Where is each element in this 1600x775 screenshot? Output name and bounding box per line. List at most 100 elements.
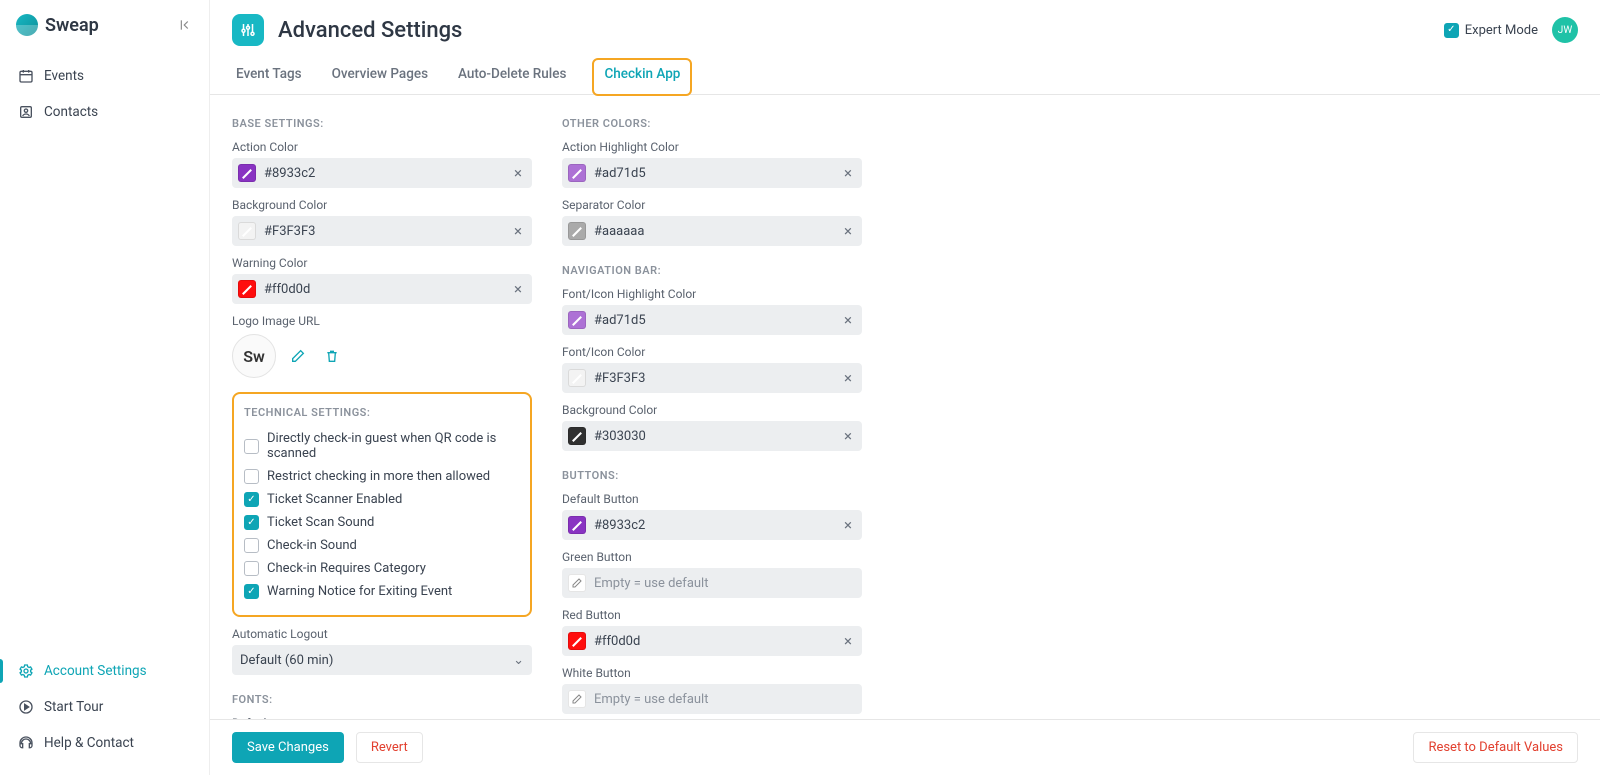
settings-sliders-icon — [232, 14, 264, 46]
color-swatch-icon — [568, 311, 586, 329]
sidebar-item-contacts[interactable]: Contacts — [0, 94, 209, 130]
checkbox-icon — [244, 439, 259, 454]
default-button-input[interactable]: #8933c2 × — [562, 510, 862, 540]
nav-background-input[interactable]: #303030 × — [562, 421, 862, 451]
sidebar-item-start-tour[interactable]: Start Tour — [0, 689, 209, 725]
auto-logout-select[interactable]: Default (60 min) ⌄ — [232, 645, 532, 675]
tab-overview-pages[interactable]: Overview Pages — [328, 58, 432, 94]
revert-button[interactable]: Revert — [356, 732, 423, 763]
color-value: #F3F3F3 — [264, 224, 502, 239]
separator-color-input[interactable]: #aaaaaa × — [562, 216, 862, 246]
field-label: Background Color — [232, 198, 532, 212]
field-label: Warning Color — [232, 256, 532, 270]
check-scan-sound[interactable]: Ticket Scan Sound — [244, 511, 520, 534]
collapse-sidebar-icon[interactable] — [179, 18, 193, 32]
clear-icon[interactable]: × — [840, 632, 856, 650]
help-icon — [18, 735, 34, 751]
field-label: Font/Icon Highlight Color — [562, 287, 862, 301]
check-label: Restrict checking in more then allowed — [267, 469, 490, 484]
sidebar-item-help[interactable]: Help & Contact — [0, 725, 209, 761]
red-button-input[interactable]: #ff0d0d × — [562, 626, 862, 656]
save-button[interactable]: Save Changes — [232, 732, 344, 763]
checkbox-icon — [1444, 23, 1459, 38]
color-value: #ad71d5 — [594, 313, 832, 328]
section-other-colors: OTHER COLORS: — [562, 117, 862, 130]
color-swatch-icon — [568, 164, 586, 182]
warning-color-input[interactable]: #ff0d0d × — [232, 274, 532, 304]
check-label: Warning Notice for Exiting Event — [267, 584, 452, 599]
footer-bar: Save Changes Revert Reset to Default Val… — [210, 719, 1600, 775]
check-label: Directly check-in guest when QR code is … — [267, 431, 520, 461]
sidebar-item-account-settings[interactable]: Account Settings — [0, 653, 209, 689]
white-button-input[interactable]: Empty = use default — [562, 684, 862, 714]
page-title: Advanced Settings — [278, 18, 462, 43]
checkbox-icon — [244, 515, 259, 530]
tab-checkin-app[interactable]: Checkin App — [592, 58, 692, 96]
check-checkin-sound[interactable]: Check-in Sound — [244, 534, 520, 557]
edit-logo-icon[interactable] — [286, 344, 310, 368]
action-color-input[interactable]: #8933c2 × — [232, 158, 532, 188]
field-label: Automatic Logout — [232, 627, 532, 641]
expert-mode-toggle[interactable]: Expert Mode — [1444, 23, 1538, 38]
check-label: Check-in Sound — [267, 538, 357, 553]
action-highlight-input[interactable]: #ad71d5 × — [562, 158, 862, 188]
logo-mark-icon — [16, 14, 38, 36]
pencil-icon — [568, 690, 586, 708]
color-swatch-icon — [238, 222, 256, 240]
section-buttons: BUTTONS: — [562, 469, 862, 482]
delete-logo-icon[interactable] — [320, 344, 344, 368]
nav-highlight-input[interactable]: #ad71d5 × — [562, 305, 862, 335]
color-value: #ff0d0d — [594, 634, 832, 649]
section-fonts: FONTS: — [232, 693, 532, 706]
tab-event-tags[interactable]: Event Tags — [232, 58, 306, 94]
check-direct-checkin[interactable]: Directly check-in guest when QR code is … — [244, 427, 520, 465]
background-color-input[interactable]: #F3F3F3 × — [232, 216, 532, 246]
sidebar-item-events[interactable]: Events — [0, 58, 209, 94]
sidebar: Sweap Events Contacts Account Settings — [0, 0, 210, 775]
clear-icon[interactable]: × — [510, 164, 526, 182]
check-scanner-enabled[interactable]: Ticket Scanner Enabled — [244, 488, 520, 511]
brand-name: Sweap — [45, 15, 99, 36]
field-label: Green Button — [562, 550, 862, 564]
field-label: White Button — [562, 666, 862, 680]
checkbox-icon — [244, 492, 259, 507]
color-swatch-icon — [568, 632, 586, 650]
content-scroll[interactable]: BASE SETTINGS: Action Color #8933c2 × Ba… — [210, 95, 1600, 719]
clear-icon[interactable]: × — [840, 369, 856, 387]
check-label: Ticket Scanner Enabled — [267, 492, 402, 507]
reset-defaults-button[interactable]: Reset to Default Values — [1413, 732, 1578, 763]
avatar[interactable]: JW — [1552, 17, 1578, 43]
color-value: #F3F3F3 — [594, 371, 832, 386]
chevron-down-icon: ⌄ — [513, 653, 524, 668]
sidebar-item-label: Events — [44, 68, 84, 84]
color-swatch-icon — [568, 369, 586, 387]
brand-logo: Sweap — [16, 14, 99, 36]
clear-icon[interactable]: × — [840, 311, 856, 329]
color-value: #aaaaaa — [594, 224, 832, 239]
clear-icon[interactable]: × — [510, 280, 526, 298]
main-panel: Advanced Settings Expert Mode JW Event T… — [210, 0, 1600, 775]
tab-auto-delete-rules[interactable]: Auto-Delete Rules — [454, 58, 570, 94]
clear-icon[interactable]: × — [840, 222, 856, 240]
sidebar-item-label: Contacts — [44, 104, 98, 120]
clear-icon[interactable]: × — [510, 222, 526, 240]
gear-icon — [18, 663, 34, 679]
clear-icon[interactable]: × — [840, 516, 856, 534]
technical-settings-box: TECHNICAL SETTINGS: Directly check-in gu… — [232, 392, 532, 617]
clear-icon[interactable]: × — [840, 427, 856, 445]
field-label: Action Highlight Color — [562, 140, 862, 154]
section-technical: TECHNICAL SETTINGS: — [244, 406, 520, 419]
green-button-input[interactable]: Empty = use default — [562, 568, 862, 598]
nav-font-icon-input[interactable]: #F3F3F3 × — [562, 363, 862, 393]
section-base-settings: BASE SETTINGS: — [232, 117, 532, 130]
logo-preview: Sw — [232, 334, 276, 378]
check-restrict[interactable]: Restrict checking in more then allowed — [244, 465, 520, 488]
check-requires-category[interactable]: Check-in Requires Category — [244, 557, 520, 580]
clear-icon[interactable]: × — [840, 164, 856, 182]
check-warning-exit[interactable]: Warning Notice for Exiting Event — [244, 580, 520, 603]
color-swatch-icon — [238, 164, 256, 182]
field-label: Logo Image URL — [232, 314, 532, 328]
checkbox-icon — [244, 561, 259, 576]
sidebar-item-label: Help & Contact — [44, 735, 134, 751]
field-label: Default Button — [562, 492, 862, 506]
